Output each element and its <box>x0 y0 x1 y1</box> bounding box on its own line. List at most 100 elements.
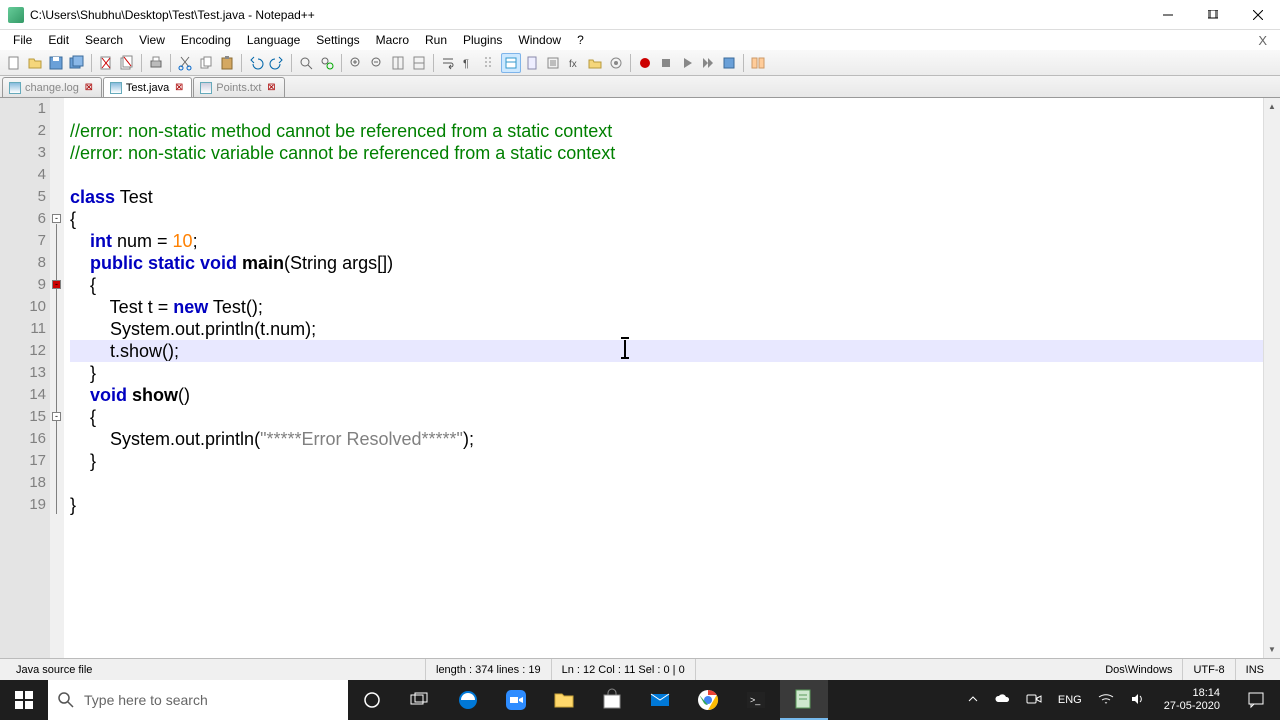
cortana-button[interactable] <box>348 680 396 720</box>
maximize-button[interactable] <box>1190 0 1235 30</box>
taskbar-app-terminal[interactable]: >_ <box>732 680 780 720</box>
menu-edit[interactable]: Edit <box>40 31 77 49</box>
indent-guide-button[interactable] <box>480 53 500 73</box>
menu-help[interactable]: ? <box>569 31 592 49</box>
folder-workspace-button[interactable] <box>585 53 605 73</box>
fold-toggle-icon[interactable]: - <box>52 412 61 421</box>
windows-logo-icon <box>15 691 33 709</box>
task-view-button[interactable] <box>396 680 444 720</box>
paste-button[interactable] <box>217 53 237 73</box>
tab-change-log[interactable]: change.log ⊠ <box>2 77 102 97</box>
menu-search[interactable]: Search <box>77 31 131 49</box>
zoom-out-button[interactable] <box>367 53 387 73</box>
menu-view[interactable]: View <box>131 31 173 49</box>
replace-button[interactable] <box>317 53 337 73</box>
menu-settings[interactable]: Settings <box>308 31 367 49</box>
undo-button[interactable] <box>246 53 266 73</box>
show-all-chars-button[interactable]: ¶ <box>459 53 479 73</box>
code-line <box>70 98 1280 120</box>
wordwrap-button[interactable] <box>438 53 458 73</box>
doc-map-button[interactable] <box>522 53 542 73</box>
fold-column[interactable]: - - - <box>50 98 64 658</box>
tray-wifi-icon[interactable] <box>1094 693 1118 708</box>
tray-onedrive-icon[interactable] <box>990 693 1014 708</box>
taskbar-app-mail[interactable] <box>636 680 684 720</box>
record-macro-button[interactable] <box>635 53 655 73</box>
tab-test-java[interactable]: Test.java ⊠ <box>103 77 192 97</box>
menu-file[interactable]: File <box>5 31 40 49</box>
taskbar-app-store[interactable] <box>588 680 636 720</box>
stop-macro-button[interactable] <box>656 53 676 73</box>
tray-volume-icon[interactable] <box>1126 692 1148 709</box>
save-button[interactable] <box>46 53 66 73</box>
file-icon <box>9 82 21 94</box>
menu-window[interactable]: Window <box>510 31 569 49</box>
user-define-button[interactable] <box>501 53 521 73</box>
window-title: C:\Users\Shubhu\Desktop\Test\Test.java -… <box>30 8 1145 22</box>
code-line: public static void main(String args[]) <box>70 252 1280 274</box>
find-button[interactable] <box>296 53 316 73</box>
status-eol[interactable]: Dos\Windows <box>1095 659 1183 680</box>
scroll-down-icon[interactable]: ▼ <box>1264 641 1280 658</box>
minimize-button[interactable] <box>1145 0 1190 30</box>
start-button[interactable] <box>0 680 48 720</box>
play-macro-button[interactable] <box>677 53 697 73</box>
tray-clock[interactable]: 18:14 27-05-2020 <box>1156 687 1228 713</box>
tray-language[interactable]: ENG <box>1054 694 1086 706</box>
doc-list-button[interactable] <box>543 53 563 73</box>
code-line: } <box>70 362 1280 384</box>
scroll-up-icon[interactable]: ▲ <box>1264 98 1280 115</box>
menu-run[interactable]: Run <box>417 31 455 49</box>
new-file-button[interactable] <box>4 53 24 73</box>
play-multi-button[interactable] <box>698 53 718 73</box>
save-all-button[interactable] <box>67 53 87 73</box>
close-file-button[interactable] <box>96 53 116 73</box>
open-file-button[interactable] <box>25 53 45 73</box>
code-editor[interactable]: 12345678910111213141516171819 - - - //er… <box>0 98 1280 658</box>
status-insert-mode[interactable]: INS <box>1236 659 1274 680</box>
function-list-button[interactable]: fx <box>564 53 584 73</box>
line-number-gutter: 12345678910111213141516171819 <box>0 98 50 658</box>
taskbar-app-explorer[interactable] <box>540 680 588 720</box>
sync-h-button[interactable] <box>409 53 429 73</box>
close-button[interactable] <box>1235 0 1280 30</box>
tray-notifications-icon[interactable] <box>1236 680 1276 720</box>
code-line: Test t = new Test(); <box>70 296 1280 318</box>
vertical-scrollbar[interactable]: ▲ ▼ <box>1263 98 1280 658</box>
cut-button[interactable] <box>175 53 195 73</box>
redo-button[interactable] <box>267 53 287 73</box>
status-encoding[interactable]: UTF-8 <box>1183 659 1235 680</box>
sync-v-button[interactable] <box>388 53 408 73</box>
menu-encoding[interactable]: Encoding <box>173 31 239 49</box>
tray-meet-now-icon[interactable] <box>1022 692 1046 709</box>
code-line: } <box>70 450 1280 472</box>
taskbar-search[interactable]: Type here to search <box>48 680 348 720</box>
code-line: } <box>70 494 1280 516</box>
copy-button[interactable] <box>196 53 216 73</box>
code-line: //error: non-static variable cannot be r… <box>70 142 1280 164</box>
close-all-button[interactable] <box>117 53 137 73</box>
taskbar-app-notepadpp[interactable] <box>780 680 828 720</box>
tab-label: Test.java <box>126 82 169 94</box>
code-area[interactable]: //error: non-static method cannot be ref… <box>64 98 1280 658</box>
tab-points-txt[interactable]: Points.txt ⊠ <box>193 77 284 97</box>
taskbar-app-chrome[interactable] <box>684 680 732 720</box>
menu-plugins[interactable]: Plugins <box>455 31 510 49</box>
compare-button[interactable] <box>748 53 768 73</box>
tab-close-icon[interactable]: ⊠ <box>83 82 95 94</box>
taskbar-app-edge[interactable] <box>444 680 492 720</box>
tab-close-icon[interactable]: ⊠ <box>173 82 185 94</box>
menu-language[interactable]: Language <box>239 31 308 49</box>
fold-toggle-icon[interactable]: - <box>52 214 61 223</box>
print-button[interactable] <box>146 53 166 73</box>
tray-show-hidden-icon[interactable] <box>964 694 982 707</box>
windows-taskbar: Type here to search >_ ENG 18:14 27-05-2… <box>0 680 1280 720</box>
menubar-close-icon[interactable]: X <box>1250 33 1275 48</box>
taskbar-app-zoom[interactable] <box>492 680 540 720</box>
monitoring-button[interactable] <box>606 53 626 73</box>
zoom-in-button[interactable] <box>346 53 366 73</box>
save-macro-button[interactable] <box>719 53 739 73</box>
tab-close-icon[interactable]: ⊠ <box>266 82 278 94</box>
fold-toggle-icon[interactable]: - <box>52 280 61 289</box>
menu-macro[interactable]: Macro <box>368 31 417 49</box>
